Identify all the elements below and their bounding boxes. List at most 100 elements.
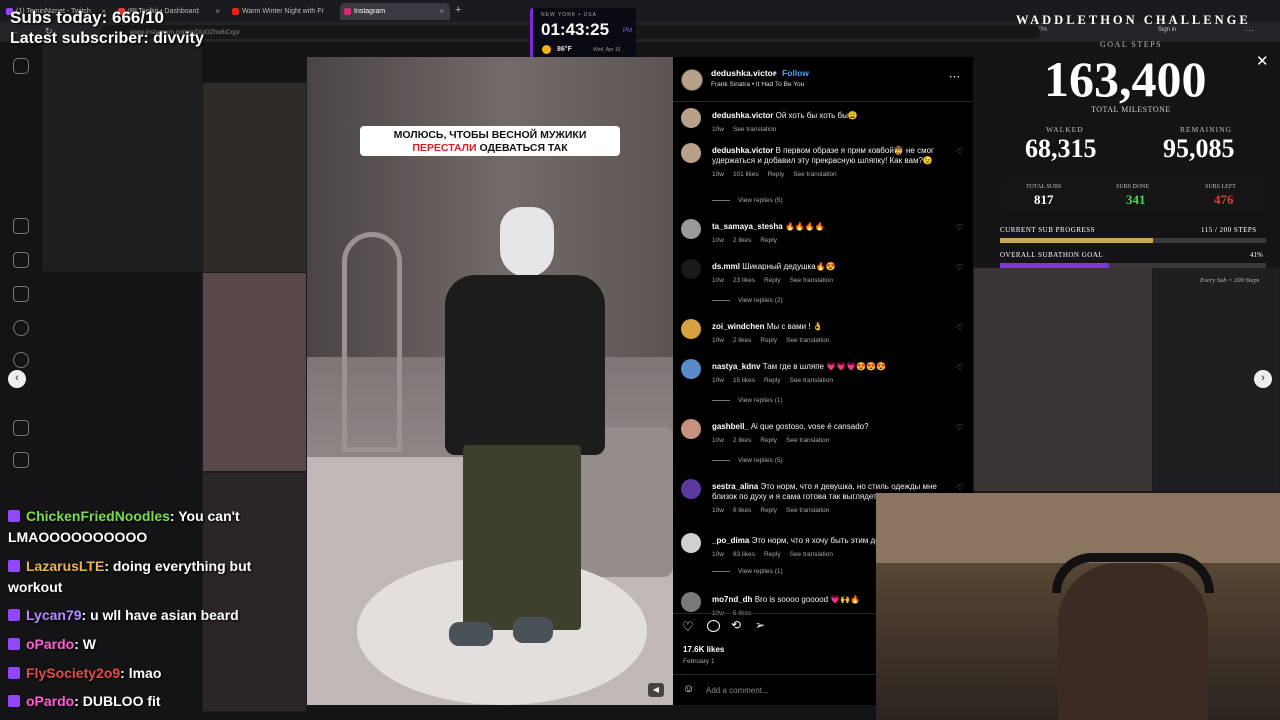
comment-meta-item[interactable]: See translation [790, 277, 833, 284]
repost-icon[interactable]: ⟲ [731, 618, 741, 632]
share-icon[interactable]: ➢ [755, 618, 765, 632]
follow-button[interactable]: Follow [782, 68, 809, 78]
dashboard-icon[interactable] [13, 452, 29, 468]
song-info[interactable]: Frank Sinatra • It Had To Be You [711, 81, 804, 88]
total-subs-label: TOTAL SUBS [1026, 184, 1062, 190]
man-pants [463, 445, 581, 630]
comment-username[interactable]: zoi_windchen [712, 322, 764, 331]
comment-meta-item[interactable]: See translation [786, 337, 829, 344]
instagram-logo-icon[interactable] [13, 58, 29, 74]
twitch-badge-icon [8, 510, 20, 522]
send-icon[interactable] [13, 286, 29, 302]
view-replies-button[interactable]: View replies (2) [712, 297, 783, 304]
comment-username[interactable]: gashbell_ [712, 422, 749, 431]
chat-message: workout [8, 579, 62, 595]
comment-username[interactable]: ds.mml [712, 262, 740, 271]
comment-like-icon[interactable]: ♡ [956, 223, 963, 232]
subs-done-value: 341 [1126, 192, 1146, 207]
comment-text: gashbell_ Ai que gostoso, vose é cansado… [712, 422, 952, 432]
close-icon[interactable]: × [439, 7, 444, 16]
new-tab-button[interactable]: + [455, 4, 461, 16]
view-replies-button[interactable]: View replies (5) [712, 197, 783, 204]
view-replies-button[interactable]: View replies (1) [712, 397, 783, 404]
create-icon[interactable] [13, 420, 29, 436]
add-comment-input[interactable]: Add a comment... [706, 686, 769, 695]
close-icon[interactable]: ✕ [1256, 52, 1269, 70]
tab-youtube[interactable]: Warm Winter Night with Fr [228, 3, 338, 20]
like-icon[interactable]: ♡ [682, 619, 694, 635]
comment-avatar[interactable] [681, 592, 701, 612]
comment-meta-item: 10w [712, 507, 724, 514]
twitch-badge-icon [8, 560, 20, 572]
comment-meta-item[interactable]: Reply [764, 277, 781, 284]
comment-username[interactable]: dedushka.victor [712, 146, 773, 155]
chat-username: oPardo [26, 693, 75, 709]
chat-text: lmao [124, 665, 162, 681]
comment-avatar[interactable] [681, 319, 701, 339]
author-avatar[interactable] [681, 69, 703, 91]
comment-avatar[interactable] [681, 108, 701, 128]
comment-like-icon[interactable]: ♡ [956, 483, 963, 492]
more-options-icon[interactable]: ⋯ [949, 70, 960, 83]
comment-username[interactable]: sestra_alina [712, 482, 758, 491]
likes-count[interactable]: 17.6K likes [683, 645, 724, 654]
comment-avatar[interactable] [681, 419, 701, 439]
comment-username[interactable]: _po_dima [712, 536, 749, 545]
prev-post-arrow[interactable]: ‹ [8, 370, 26, 388]
comment-meta-item[interactable]: Reply [760, 337, 777, 344]
comment-username[interactable]: ta_samaya_stesha [712, 222, 783, 231]
next-post-arrow[interactable]: › [1254, 370, 1272, 388]
comment-icon[interactable] [707, 620, 720, 632]
comment-avatar[interactable] [681, 219, 701, 239]
comment-meta: 10w 2 likes Reply See translation [712, 337, 838, 344]
comment-meta-item[interactable]: Reply [760, 507, 777, 514]
clock-date: Wed, Apr 15 [593, 47, 621, 53]
comment-username[interactable]: nastya_kdnv [712, 362, 760, 371]
comment-meta-item[interactable]: See translation [790, 377, 833, 384]
total-subs-value: 817 [1034, 192, 1054, 207]
view-replies-button[interactable]: View replies (1) [712, 568, 783, 575]
reels-icon[interactable] [13, 252, 29, 268]
author-username[interactable]: dedushka.victor [711, 68, 776, 78]
comment-avatar[interactable] [681, 143, 701, 163]
comment-avatar[interactable] [681, 259, 701, 279]
mute-icon[interactable]: ◀ [648, 683, 664, 697]
chat-message: LMAOOOOOOOOOO [8, 529, 147, 545]
comment-meta-item[interactable]: Reply [768, 171, 785, 178]
comment-text: zoi_windchen Мы с вами ! 👌 [712, 322, 952, 332]
comment-meta-item[interactable]: See translation [793, 171, 836, 178]
headphones [1052, 553, 1214, 593]
home-icon[interactable] [13, 218, 29, 234]
comment-meta-item[interactable]: Reply [760, 437, 777, 444]
comment-like-icon[interactable]: ♡ [956, 423, 963, 432]
comment-avatar[interactable] [681, 479, 701, 499]
comment-like-icon[interactable]: ♡ [956, 363, 963, 372]
search-icon[interactable] [13, 320, 29, 336]
comment-meta-item: 2 likes [732, 437, 752, 444]
chat-username: Lycan79 [26, 607, 82, 623]
comment-meta-item[interactable]: Reply [764, 377, 781, 384]
tab-instagram[interactable]: Instagram × [340, 3, 450, 20]
comment-meta-item[interactable]: See translation [786, 437, 829, 444]
comment-meta-item[interactable]: See translation [786, 507, 829, 514]
comment-meta-item[interactable]: See translation [790, 551, 833, 558]
view-replies-button[interactable]: View replies (5) [712, 457, 783, 464]
caption-line-2: ПЕРЕСТАЛИ ОДЕВАТЬСЯ ТАК [360, 142, 620, 155]
comment-like-icon[interactable]: ♡ [956, 147, 963, 156]
chat-text: W [78, 636, 97, 652]
mirror [342, 232, 402, 452]
explore-icon[interactable] [13, 352, 29, 368]
comment-username[interactable]: dedushka.victor [712, 111, 773, 120]
comment-avatar[interactable] [681, 359, 701, 379]
comment-username[interactable]: mo7nd_dh [712, 595, 752, 604]
comment-like-icon[interactable]: ♡ [956, 263, 963, 272]
comment-like-icon[interactable]: ♡ [956, 323, 963, 332]
comment-row: ta_samaya_stesha 🔥🔥🔥🔥 10w 2 likes Reply ♡ [673, 217, 973, 257]
comment-avatar[interactable] [681, 533, 701, 553]
comment-meta-item[interactable]: Reply [760, 237, 777, 244]
emoji-icon[interactable]: ☺ [683, 683, 694, 695]
comment-meta-item[interactable]: Reply [764, 551, 781, 558]
comment-meta-item[interactable]: See translation [733, 126, 776, 133]
video-caption: МОЛЮСЬ, ЧТОБЫ ВЕСНОЙ МУЖИКИ ПЕРЕСТАЛИ ОД… [360, 126, 620, 156]
close-icon[interactable]: × [215, 7, 220, 16]
